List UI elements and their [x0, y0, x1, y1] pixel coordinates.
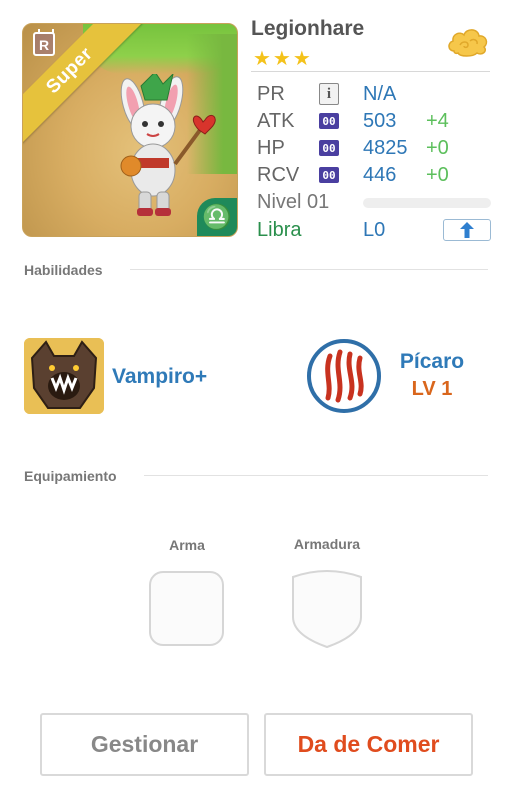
stat-label-rcv: RCV — [257, 164, 300, 186]
feed-button[interactable]: Da de Comer — [264, 713, 473, 776]
stat-value-atk: 503 — [363, 110, 397, 132]
level-label: Nivel 01 — [257, 191, 330, 213]
stat-row-hp: HP 00 4825 +0 — [257, 135, 497, 161]
xp-progress-bar — [363, 198, 491, 208]
stat-value-hp: 4825 — [363, 137, 408, 159]
stat-row-rcv: RCV 00 446 +0 — [257, 162, 497, 188]
leader-ability-card[interactable] — [24, 338, 104, 414]
equipment-divider — [144, 475, 488, 476]
stat-row-pr: PR i N/A — [257, 81, 497, 107]
hero-portrait[interactable]: Super R ♎ — [22, 23, 238, 237]
stat-bonus-hp: +0 — [426, 137, 449, 159]
weapon-slot[interactable] — [149, 571, 224, 646]
atk-rune-icon: 00 — [319, 113, 339, 129]
hp-rune-icon: 00 — [319, 140, 339, 156]
stat-bonus-rcv: +0 — [426, 164, 449, 186]
stat-label-pr: PR — [257, 83, 285, 105]
stat-row-level: Nivel 01 — [257, 189, 497, 215]
stat-row-atk: ATK 00 503 +4 — [257, 108, 497, 134]
manage-button[interactable]: Gestionar — [40, 713, 249, 776]
armor-slot-label: Armadura — [293, 536, 361, 552]
cloud-icon[interactable] — [446, 25, 490, 59]
abilities-divider — [130, 269, 488, 270]
upgrade-button[interactable] — [443, 219, 491, 241]
equipment-section-title: Equipamiento — [24, 468, 117, 484]
stat-value-pr: N/A — [363, 83, 397, 105]
stat-label-hp: HP — [257, 137, 285, 159]
abilities-section-title: Habilidades — [24, 262, 103, 278]
hero-name: Legionhare — [251, 17, 365, 40]
name-divider — [251, 71, 490, 72]
rarity-badge-icon: R — [33, 29, 55, 56]
leader-ability-name[interactable]: Vampiro+ — [112, 365, 207, 389]
star-rating: ★★★ — [253, 48, 313, 70]
armor-slot[interactable] — [289, 569, 365, 649]
weapon-slot-label: Arma — [169, 537, 205, 553]
skill-level: LV 1 — [411, 378, 453, 400]
skill-name[interactable]: Pícaro — [397, 350, 467, 374]
libra-icon: ♎ — [197, 198, 237, 236]
stat-bonus-atk: +4 — [426, 110, 449, 132]
zodiac-sign-level: L0 — [363, 219, 386, 241]
stat-label-atk: ATK — [257, 110, 295, 132]
stat-value-rcv: 446 — [363, 164, 397, 186]
claw-icon[interactable] — [306, 338, 382, 414]
info-icon[interactable]: i — [319, 83, 339, 105]
stat-row-sign: Libra L0 — [257, 217, 497, 243]
arrow-up-icon — [460, 222, 474, 238]
werewolf-icon — [24, 338, 104, 414]
rcv-rune-icon: 00 — [319, 167, 339, 183]
zodiac-sign-label: Libra — [257, 219, 302, 241]
